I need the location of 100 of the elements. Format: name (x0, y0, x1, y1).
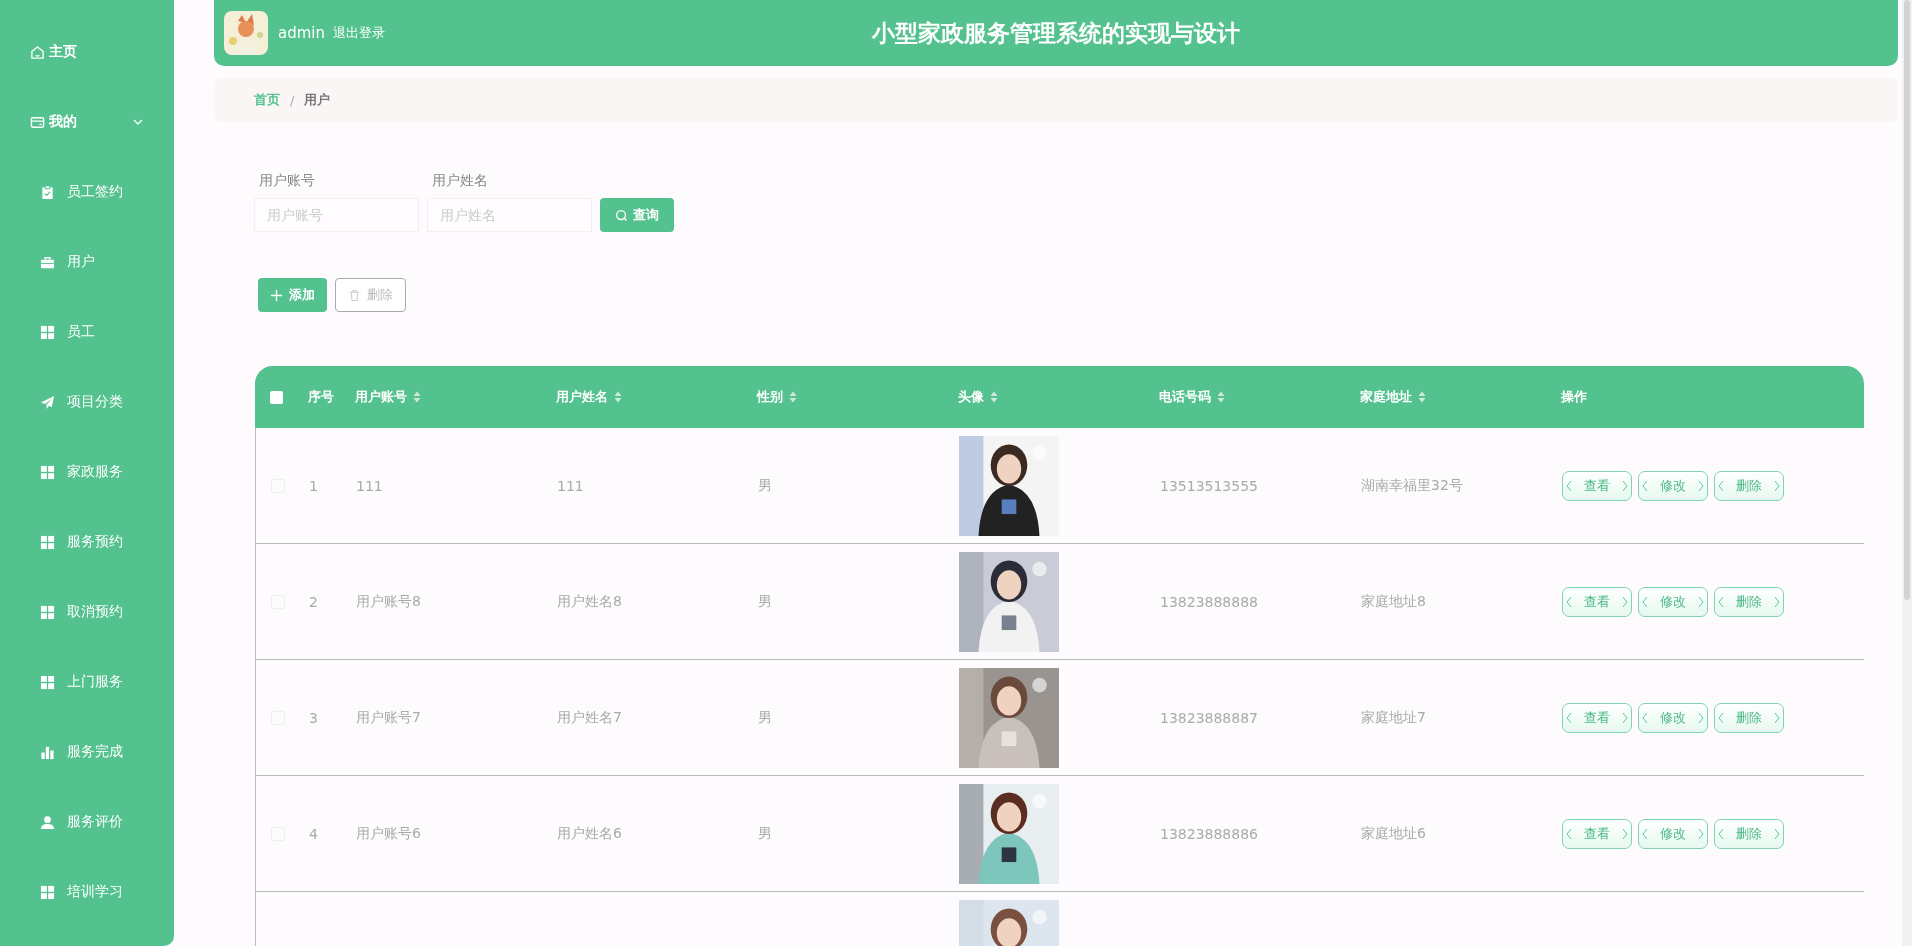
breadcrumb-current: 用户 (304, 91, 331, 109)
action-button[interactable]: 查看 (1562, 818, 1632, 849)
chevron-left-icon (1718, 595, 1724, 608)
chevron-right-icon (1698, 595, 1704, 608)
sort-icon[interactable] (614, 391, 622, 403)
column-header: 用户姓名 (556, 388, 608, 406)
chevron-left-icon (1566, 595, 1572, 608)
table-cell: 用户账号7 (356, 708, 421, 727)
action-button[interactable]: 修改 (1638, 702, 1708, 733)
chevron-left-icon (1642, 827, 1648, 840)
menu-item[interactable]: 项目分类 (0, 367, 174, 437)
breadcrumb-link[interactable]: 首页 (254, 91, 280, 109)
chevron-right-icon (1698, 827, 1704, 840)
column-header: 操作 (1561, 388, 1587, 406)
grid-icon (40, 534, 55, 550)
column-header: 头像 (958, 388, 984, 406)
chevron-right-icon (1622, 827, 1628, 840)
table-cell: 用户账号6 (356, 824, 421, 843)
chevron-right-icon (1774, 595, 1780, 608)
logout-link[interactable]: 退出登录 (333, 24, 385, 42)
add-button[interactable]: 添加 (258, 278, 327, 312)
table-cell: 男 (758, 476, 772, 495)
table-cell: 13823888888 (1160, 593, 1258, 610)
select-all-checkbox[interactable] (270, 390, 283, 404)
table-cell: 1 (309, 477, 318, 494)
grid-icon (40, 674, 55, 690)
breadcrumb-separator: / (290, 92, 295, 108)
menu-item[interactable]: 主页 (0, 34, 174, 70)
column-header: 家庭地址 (1360, 388, 1412, 406)
chevron-right-icon (1774, 827, 1780, 840)
menu-item[interactable]: 员工签约 (0, 157, 174, 227)
sort-icon[interactable] (1418, 391, 1426, 403)
sort-icon[interactable] (789, 391, 797, 403)
chevron-right-icon (1622, 711, 1628, 724)
chevron-right-icon (1622, 595, 1628, 608)
sort-icon[interactable] (1217, 391, 1225, 403)
menu-item[interactable]: 上门服务 (0, 647, 174, 717)
table-cell: 家庭地址7 (1361, 708, 1426, 727)
action-button[interactable]: 删除 (1714, 818, 1784, 849)
table-cell: 13513513555 (1160, 477, 1258, 494)
column-header: 序号 (308, 388, 334, 406)
chevron-left-icon (1566, 711, 1572, 724)
menu-item[interactable]: 服务完成 (0, 717, 174, 787)
column-header: 电话号码 (1159, 388, 1211, 406)
menu-item[interactable]: 用户 (0, 227, 174, 297)
clipboard-icon (40, 184, 55, 200)
table-cell: 湖南幸福里32号 (1361, 476, 1463, 495)
search-icon (615, 208, 628, 222)
action-button[interactable]: 修改 (1638, 470, 1708, 501)
table-cell: 13823888886 (1160, 825, 1258, 842)
page-title: 小型家政服务管理系统的实现与设计 (872, 18, 1240, 48)
chevron-left-icon (1642, 711, 1648, 724)
table-cell: 用户姓名8 (557, 592, 622, 611)
menu-item[interactable]: 取消预约 (0, 577, 174, 647)
delete-button[interactable]: 删除 (335, 278, 406, 312)
trash-icon (348, 288, 361, 302)
chevron-left-icon (1718, 711, 1724, 724)
sort-icon[interactable] (990, 391, 998, 403)
chevron-left-icon (1566, 479, 1572, 492)
grid-icon (40, 324, 55, 340)
search-button[interactable]: 查询 (600, 198, 674, 232)
chevron-right-icon (1698, 479, 1704, 492)
table-cell: 用户账号8 (356, 592, 421, 611)
menu-item[interactable]: 员工 (0, 297, 174, 367)
table-cell: 2 (309, 593, 318, 610)
chevron-left-icon (1718, 479, 1724, 492)
username: admin (278, 24, 325, 42)
bar-chart-icon (40, 744, 55, 760)
menu-item[interactable]: 培训学习 (0, 857, 174, 927)
table-cell: 用户姓名6 (557, 824, 622, 843)
menu-item[interactable]: 我的 (0, 104, 174, 140)
table-cell: 13823888887 (1160, 709, 1258, 726)
action-button[interactable]: 修改 (1638, 818, 1708, 849)
plus-icon (270, 288, 283, 302)
chevron-right-icon (1698, 711, 1704, 724)
chevron-right-icon (1774, 711, 1780, 724)
scrollbar[interactable] (1902, 0, 1912, 946)
grid-icon (40, 604, 55, 620)
chevron-right-icon (1774, 479, 1780, 492)
action-button[interactable]: 删除 (1714, 586, 1784, 617)
sort-icon[interactable] (413, 391, 421, 403)
action-button[interactable]: 删除 (1714, 470, 1784, 501)
table-cell: 3 (309, 709, 318, 726)
chevron-left-icon (1642, 595, 1648, 608)
action-button[interactable]: 查看 (1562, 702, 1632, 733)
field-label: 用户姓名 (432, 172, 489, 190)
menu-item[interactable]: 服务预约 (0, 507, 174, 577)
grid-icon (40, 884, 55, 900)
menu-item[interactable]: 家政服务 (0, 437, 174, 507)
action-button[interactable]: 删除 (1714, 702, 1784, 733)
home-icon (30, 44, 45, 60)
action-button[interactable]: 修改 (1638, 586, 1708, 617)
wallet-icon (30, 114, 45, 130)
table-cell: 111 (356, 477, 383, 494)
action-button[interactable]: 查看 (1562, 586, 1632, 617)
table-cell: 4 (309, 825, 318, 842)
chevron-left-icon (1718, 827, 1724, 840)
menu-item[interactable]: 服务评价 (0, 787, 174, 857)
action-button[interactable]: 查看 (1562, 470, 1632, 501)
column-header: 性别 (757, 388, 783, 406)
